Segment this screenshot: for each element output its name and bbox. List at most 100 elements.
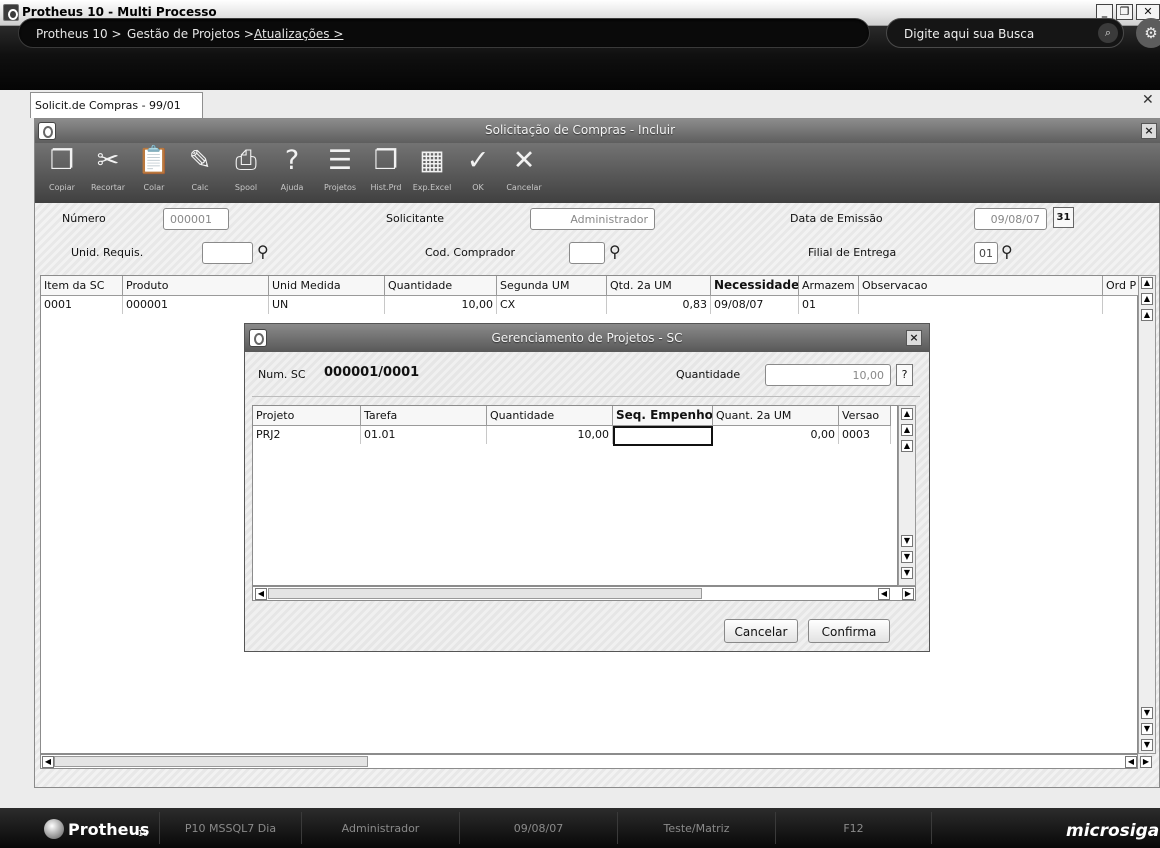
settings-icon[interactable]: ⚙ <box>1136 18 1160 48</box>
grid-cell[interactable]: 10,00 <box>385 296 497 314</box>
grid-cell[interactable]: 09/08/07 <box>711 296 799 314</box>
toolbar-button-hist-prd[interactable]: ❐ Hist.Prd <box>362 143 410 203</box>
dlg-scroll-down-icon[interactable]: ▼ <box>901 535 913 547</box>
scroll-left-icon[interactable]: ◀ <box>42 756 54 768</box>
dlg-scroll-page-up-icon[interactable]: ▲ <box>901 424 913 436</box>
toolbar-button-calc[interactable]: ✎ Calc <box>176 143 224 203</box>
column-header[interactable]: Qtd. 2a UM <box>607 276 711 296</box>
form-close-button[interactable]: × <box>1141 123 1157 139</box>
breadcrumb-gestao-projetos[interactable]: Gestão de Projetos > <box>127 27 254 41</box>
toolbar-label: Cancelar <box>506 183 542 192</box>
dlg-scroll-bottom-icon[interactable]: ▼ <box>901 567 913 579</box>
cancelar-button[interactable]: Cancelar <box>724 619 798 643</box>
scroll-right-icon[interactable]: ▶ <box>1140 756 1152 768</box>
dlg-scroll-up-icon[interactable]: ▲ <box>901 440 913 452</box>
column-header[interactable]: Quantidade <box>487 406 613 426</box>
column-header[interactable]: Quantidade <box>385 276 497 296</box>
quantidade-field[interactable]: 10,00 <box>765 364 891 386</box>
grid-cell[interactable]: 0003 <box>839 426 891 444</box>
grid-cell[interactable]: 01.01 <box>361 426 487 444</box>
column-header[interactable]: Segunda UM <box>497 276 607 296</box>
scroll-up-icon[interactable]: ▲ <box>1141 309 1153 321</box>
projetos-grid[interactable]: Projeto Tarefa Quantidade Seq. Empenho Quant… <box>252 405 898 586</box>
calendar-icon[interactable]: 31 <box>1053 207 1074 228</box>
search-icon[interactable]: ⌕ <box>1098 23 1118 43</box>
scroll-page-down-icon[interactable]: ▼ <box>1141 723 1153 735</box>
column-header[interactable]: Observacao <box>859 276 1103 296</box>
projetos-grid-hscroll-thumb[interactable] <box>268 588 702 599</box>
column-header[interactable]: Necessidade <box>711 276 799 296</box>
copy-icon: ❐ <box>49 145 75 176</box>
column-header[interactable]: Unid Medida <box>269 276 385 296</box>
toolbar-label: Hist.Prd <box>370 183 402 192</box>
scroll-top-icon[interactable]: ▲ <box>1141 277 1153 289</box>
solicitante-field[interactable]: Administrador <box>530 208 655 230</box>
column-header[interactable]: Seq. Empenho <box>613 406 713 426</box>
cod-comprador-search-icon[interactable]: ⚲ <box>609 242 629 262</box>
numero-field[interactable]: 000001 <box>163 208 229 230</box>
data-emissao-field[interactable]: 09/08/07 <box>974 208 1047 230</box>
grid-cell[interactable] <box>1103 296 1139 314</box>
toolbar-button-copiar[interactable]: ❐ Copiar <box>38 143 86 203</box>
breadcrumb-protheus[interactable]: Protheus 10 > <box>36 27 122 41</box>
cod-comprador-field[interactable] <box>569 242 605 264</box>
close-tab-icon[interactable]: ✕ <box>1142 92 1154 108</box>
unid-requis-search-icon[interactable]: ⚲ <box>257 242 277 262</box>
dlg-scroll-top-icon[interactable]: ▲ <box>901 408 913 420</box>
items-grid-vscroll[interactable] <box>1138 275 1156 754</box>
column-header[interactable]: Armazem <box>799 276 859 296</box>
printer-icon: ⎙ <box>235 145 257 176</box>
tab-solicit-compras[interactable]: Solicit.de Compras - 99/01 <box>30 92 203 118</box>
scroll-left-end-icon[interactable]: ◀ <box>1125 756 1137 768</box>
column-header[interactable]: Tarefa <box>361 406 487 426</box>
column-header[interactable]: Projeto <box>253 406 361 426</box>
filial-entrega-search-icon[interactable]: ⚲ <box>1001 242 1021 262</box>
paste-icon: 📋 <box>137 145 171 176</box>
toolbar-button-projetos[interactable]: ☰ Projetos <box>316 143 364 203</box>
dlg-scroll-right-icon[interactable]: ▶ <box>902 588 914 600</box>
toolbar-button-ok[interactable]: ✓ OK <box>454 143 502 203</box>
grid-cell[interactable]: CX <box>497 296 607 314</box>
grid-cell[interactable]: 0,83 <box>607 296 711 314</box>
items-grid-hscroll-thumb[interactable] <box>54 756 368 767</box>
column-header[interactable]: Quant. 2a UM <box>713 406 839 426</box>
window-title: Protheus 10 - Multi Processo <box>22 5 217 19</box>
scroll-bottom-icon[interactable]: ▼ <box>1141 739 1153 751</box>
grid-cell[interactable]: 01 <box>799 296 859 314</box>
toolbar-button-recortar[interactable]: ✂ Recortar <box>84 143 132 203</box>
grid-cell[interactable]: PRJ2 <box>253 426 361 444</box>
toolbar-button-colar[interactable]: 📋 Colar <box>130 143 178 203</box>
dialog-close-button[interactable]: × <box>906 330 922 346</box>
solicitante-label: Solicitante <box>386 212 445 225</box>
maximize-button[interactable]: ❐ <box>1116 4 1133 20</box>
scroll-page-up-icon[interactable]: ▲ <box>1141 293 1153 305</box>
column-header[interactable]: Produto <box>123 276 269 296</box>
grid-cell[interactable]: 000001 <box>123 296 269 314</box>
divider <box>252 396 920 397</box>
grid-cell[interactable]: 10,00 <box>487 426 613 444</box>
breadcrumb-atualizacoes[interactable]: Atualizações > <box>254 27 343 41</box>
unid-requis-field[interactable] <box>202 242 253 264</box>
form-title: Solicitação de Compras - Incluir <box>484 123 675 137</box>
toolbar-button-spool[interactable]: ⎙ Spool <box>222 143 270 203</box>
grid-cell[interactable] <box>859 296 1103 314</box>
scroll-down-icon[interactable]: ▼ <box>1141 707 1153 719</box>
dlg-scroll-left-icon[interactable]: ◀ <box>255 588 267 600</box>
grid-cell[interactable]: 0,00 <box>713 426 839 444</box>
help-button[interactable]: ? <box>896 364 913 386</box>
column-header[interactable]: Ord P <box>1103 276 1139 296</box>
grid-cell[interactable] <box>613 426 713 446</box>
grid-cell[interactable]: UN <box>269 296 385 314</box>
search-placeholder: Digite aqui sua Busca <box>904 27 1035 41</box>
toolbar-button-ajuda[interactable]: ? Ajuda <box>268 143 316 203</box>
column-header[interactable]: Versao <box>839 406 891 426</box>
grid-cell[interactable]: 0001 <box>41 296 123 314</box>
dlg-scroll-page-down-icon[interactable]: ▼ <box>901 551 913 563</box>
toolbar-button-cancelar[interactable]: ✕ Cancelar <box>500 143 548 203</box>
confirma-button[interactable]: Confirma <box>808 619 890 643</box>
filial-entrega-field[interactable]: 01 <box>974 242 998 264</box>
dlg-scroll-left-end-icon[interactable]: ◀ <box>878 588 890 600</box>
toolbar-label: Recortar <box>90 183 126 192</box>
toolbar-button-exp-excel[interactable]: ▦ Exp.Excel <box>408 143 456 203</box>
column-header[interactable]: Item da SC <box>41 276 123 296</box>
